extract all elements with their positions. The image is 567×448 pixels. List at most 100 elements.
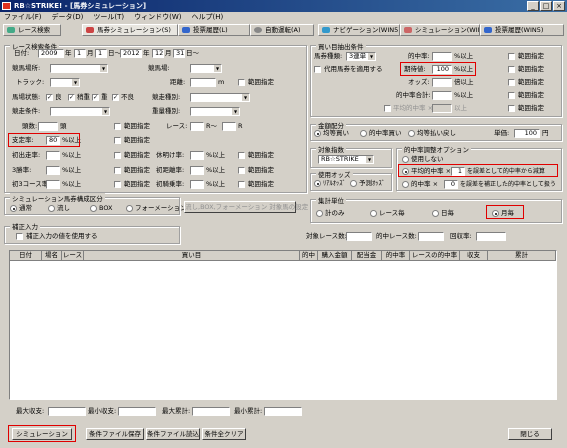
col-hit[interactable]: 的中 [300,251,318,261]
venue-select[interactable] [50,64,108,73]
course-select[interactable] [190,64,222,73]
avg-hit-input[interactable] [432,104,452,113]
agg-race-radio[interactable] [370,210,377,217]
result-grid[interactable]: 日付 場名 レース 買い目 的中 購入金額 配当金 的中率 レースの的中率 収支… [9,250,557,400]
window-controls: _ □ × [527,1,565,11]
tab-simulation-win5[interactable]: シミュレーション(WIN5) [400,24,480,36]
first-jockey-input[interactable] [190,180,204,189]
adjust-correct-input[interactable]: 0 [444,180,458,189]
close-button[interactable]: × [553,1,565,11]
fixed-rate-range-checkbox[interactable] [114,137,121,144]
rest-range-checkbox[interactable] [238,152,245,159]
equal-payout-radio[interactable] [408,130,415,137]
combo-nagashi-radio[interactable] [48,205,55,212]
target-horse-setting-button[interactable]: 流し,BOX,フォーメーション 対象馬の設定 [184,201,308,213]
col-hit-rate[interactable]: 的中率 [382,251,410,261]
recovery-rate-output [476,232,506,241]
adjust-correct-radio[interactable] [402,181,409,188]
odds-range-checkbox[interactable] [508,79,515,86]
hit-rate-input[interactable] [432,52,452,61]
race-from-input[interactable] [190,122,204,131]
target-index-select[interactable]: RB☆STRIKE [318,155,374,164]
agg-total-radio[interactable] [316,210,323,217]
ticket-type-select[interactable]: 3連単 [346,52,376,61]
menu-data[interactable]: データ(D) [52,12,84,23]
combo-box-radio[interactable] [90,205,97,212]
avg-hit-range-checkbox[interactable] [508,105,515,112]
win3-range-checkbox[interactable] [114,167,121,174]
use-correction-checkbox[interactable] [16,233,23,240]
tab-navigation-win5[interactable]: ナビゲーション(WIN5) [318,24,400,36]
race-condition-select[interactable] [50,107,110,116]
menu-file[interactable]: ファイル(F) [4,12,42,23]
horses-input[interactable] [38,122,58,131]
distance-range-checkbox[interactable] [238,79,245,86]
first-run-input[interactable] [46,151,60,160]
from-year-input[interactable]: 2009 [38,49,64,58]
win3-input[interactable] [46,166,60,175]
menu-tools[interactable]: ツール(T) [93,12,124,23]
maximize-button[interactable]: □ [540,1,552,11]
race-to-input[interactable] [222,122,236,131]
tab-vote-history-win5[interactable]: 投票履歴(WIN5) [480,24,564,36]
combo-normal-radio[interactable] [10,205,17,212]
to-day-input[interactable]: 31 [173,49,185,58]
first-course-range-checkbox[interactable] [114,181,121,188]
tab-vote-history[interactable]: 投票履歴(L) [178,24,250,36]
venue-label: 競馬場所: [12,64,41,72]
tab-race-search[interactable]: レース検索 [3,24,61,36]
track-select[interactable] [50,78,80,87]
menu-window[interactable]: ウィンドウ(W) [134,12,181,23]
first-run-range-checkbox[interactable] [114,152,121,159]
first-course-input[interactable] [46,180,60,189]
hit-total-input[interactable] [432,91,452,100]
save-conditions-button[interactable]: 条件ファイル保存 [86,428,144,440]
first-distance-input[interactable] [190,166,204,175]
to-month-input[interactable]: 12 [152,49,164,58]
menu-help[interactable]: ヘルプ(H) [192,12,224,23]
distance-input[interactable] [190,78,216,87]
close-window-button[interactable]: 閉じる [508,428,552,440]
combo-formation-radio[interactable] [126,205,133,212]
col-balance[interactable]: 収支 [460,251,488,261]
col-race-hit-rate[interactable]: レースの的中率 [410,251,460,261]
hit-total-range-checkbox[interactable] [508,92,515,99]
predicted-odds-radio[interactable] [350,180,357,187]
hit-range-checkbox[interactable] [508,53,515,60]
unit-price-input[interactable]: 100 [514,129,540,138]
col-bet[interactable]: 買い目 [84,251,300,261]
substitute-checkbox[interactable] [314,66,321,73]
odds-input[interactable] [432,78,452,87]
condition-heavy-checkbox[interactable]: ✓ [92,94,99,101]
horses-range-checkbox[interactable] [114,123,121,130]
from-day-input[interactable]: 1 [95,49,107,58]
to-year-input[interactable]: 2012 [120,49,142,58]
col-payout[interactable]: 配当金 [352,251,382,261]
load-conditions-button[interactable]: 条件ファイル読込 [146,428,200,440]
tab-simulation[interactable]: 馬券シミュレーション(S) [82,24,178,36]
expected-range-checkbox[interactable] [508,66,515,73]
weight-type-select[interactable] [190,107,240,116]
tab-auto-run[interactable]: 自動運転(A) [250,24,314,36]
col-date[interactable]: 日付 [10,251,42,261]
condition-good-checkbox[interactable]: ✓ [46,94,53,101]
hit-rate-buy-radio[interactable] [360,130,367,137]
col-venue[interactable]: 場名 [42,251,62,261]
condition-slightly-heavy-checkbox[interactable]: ✓ [68,94,75,101]
from-month-input[interactable]: 1 [74,49,86,58]
col-cumulative[interactable]: 累計 [488,251,556,261]
first-distance-range-checkbox[interactable] [238,167,245,174]
real-odds-radio[interactable] [314,180,321,187]
col-race[interactable]: レース [62,251,84,261]
first-jockey-range-checkbox[interactable] [238,181,245,188]
rest-rate-input[interactable] [190,151,204,160]
col-amount[interactable]: 購入金額 [318,251,352,261]
race-type-select[interactable] [190,93,250,102]
condition-bad-checkbox[interactable]: ✓ [112,94,119,101]
minimize-button[interactable]: _ [527,1,539,11]
equal-buy-radio[interactable] [314,130,321,137]
avg-hit-checkbox[interactable] [384,105,391,112]
clear-conditions-button[interactable]: 条件全クリア [202,428,246,440]
adjust-none-radio[interactable] [402,156,409,163]
agg-day-radio[interactable] [432,210,439,217]
